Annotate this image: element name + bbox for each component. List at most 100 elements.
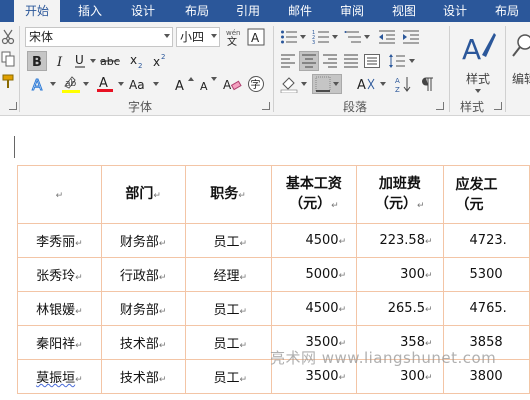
shading-icon[interactable] — [278, 74, 300, 94]
table-cell[interactable]: 4765. — [442, 291, 530, 326]
font-color-icon[interactable]: A — [94, 74, 116, 94]
chevron-down-icon[interactable] — [474, 87, 482, 95]
table-cell[interactable]: 经理↵ — [184, 257, 272, 292]
tab-table-layout[interactable]: 布局 — [484, 0, 530, 22]
copy-icon[interactable] — [0, 50, 16, 68]
table-cell[interactable]: 秦阳祥↵ — [17, 325, 102, 360]
tab-view[interactable]: 视图 — [382, 0, 426, 22]
chevron-down-icon[interactable] — [152, 78, 160, 90]
font-launcher-icon[interactable] — [262, 102, 270, 110]
align-right-icon[interactable] — [320, 51, 340, 71]
tab-mailings[interactable]: 邮件 — [278, 0, 322, 22]
paragraph-launcher-icon[interactable] — [436, 102, 444, 110]
table-cell[interactable]: 员工↵ — [184, 223, 272, 258]
underline-button[interactable]: U — [70, 51, 90, 71]
highlight-color-icon[interactable]: ab — [60, 74, 82, 94]
tab-table-design[interactable]: 设计 — [432, 0, 478, 22]
chevron-down-icon[interactable] — [117, 78, 125, 90]
shrink-font-icon[interactable]: A — [197, 74, 219, 94]
subscript-button[interactable]: x2 — [127, 51, 147, 71]
svg-text:A: A — [175, 79, 184, 93]
table-cell[interactable]: 莫振垣↵ — [17, 359, 102, 394]
numbering-icon[interactable]: 123 — [310, 27, 332, 47]
tab-home[interactable]: 开始 — [14, 0, 60, 22]
table-header-cell[interactable]: 加班费 （元）↵ — [356, 165, 444, 224]
line-spacing-icon[interactable] — [386, 51, 408, 71]
grow-font-icon[interactable]: A — [173, 74, 195, 94]
chevron-down-icon[interactable] — [164, 34, 170, 38]
table-cell[interactable]: 265.5↵ — [356, 291, 444, 326]
phonetic-guide-icon[interactable]: wén 文 — [223, 27, 245, 47]
font-name-input[interactable]: 宋体 — [25, 27, 173, 47]
styles-gallery-icon[interactable]: A — [456, 26, 500, 72]
chevron-down-icon[interactable] — [408, 55, 416, 67]
clear-formatting-icon[interactable]: A — [221, 74, 243, 94]
table-cell[interactable]: 4500↵ — [270, 223, 358, 258]
chevron-down-icon[interactable] — [379, 78, 387, 90]
show-paragraph-marks-icon[interactable] — [416, 74, 438, 94]
table-header-cell[interactable]: 部门↵ — [100, 165, 186, 224]
tab-references[interactable]: 引用 — [226, 0, 270, 22]
table-cell[interactable]: 张秀玲↵ — [17, 257, 102, 292]
decrease-indent-icon[interactable] — [376, 27, 398, 47]
table-cell[interactable]: 财务部↵ — [100, 291, 186, 326]
tab-design[interactable]: 设计 — [120, 0, 166, 22]
table-header-cell[interactable]: 职务↵ — [184, 165, 272, 224]
font-size-input[interactable]: 小四 — [176, 27, 220, 47]
chevron-down-icon[interactable] — [363, 31, 371, 43]
table-cell[interactable]: 员工↵ — [184, 291, 272, 326]
chevron-down-icon[interactable] — [331, 31, 339, 43]
tab-review[interactable]: 审阅 — [330, 0, 374, 22]
table-cell[interactable]: 4500↵ — [270, 291, 358, 326]
align-center-icon[interactable] — [299, 51, 319, 71]
bullets-icon[interactable] — [278, 27, 300, 47]
table-cell[interactable]: 技术部↵ — [100, 325, 186, 360]
distributed-icon[interactable] — [362, 51, 382, 71]
cut-icon[interactable] — [0, 28, 16, 46]
table-cell[interactable]: 财务部↵ — [100, 223, 186, 258]
table-cell[interactable]: 5300 — [442, 257, 530, 292]
table-header-cell[interactable]: 基本工资 （元）↵ — [270, 165, 358, 224]
borders-icon[interactable] — [312, 74, 342, 94]
table-cell[interactable]: 技术部↵ — [100, 359, 186, 394]
chevron-down-icon[interactable] — [49, 78, 57, 90]
table-cell[interactable]: 员工↵ — [184, 359, 272, 394]
chevron-down-icon[interactable] — [82, 78, 90, 90]
tab-layout[interactable]: 布局 — [174, 0, 220, 22]
table-header-cell[interactable]: 应发工 （元 — [442, 165, 530, 224]
chevron-down-icon[interactable] — [299, 31, 307, 43]
clipboard-launcher-icon[interactable] — [9, 102, 17, 110]
italic-button[interactable]: I — [50, 51, 70, 71]
table-header-cell[interactable]: ↵ — [17, 165, 102, 224]
table-cell[interactable]: 林银媛↵ — [17, 291, 102, 326]
sort-icon[interactable]: AZ — [392, 74, 414, 94]
bold-button[interactable]: B — [27, 51, 47, 71]
table-cell[interactable]: 4723. — [442, 223, 530, 258]
table-cell[interactable]: 223.58↵ — [356, 223, 444, 258]
chevron-down-icon[interactable] — [300, 78, 308, 90]
tab-insert[interactable]: 插入 — [68, 0, 112, 22]
justify-icon[interactable] — [341, 51, 361, 71]
multilevel-list-icon[interactable] — [342, 27, 364, 47]
table-cell[interactable]: 300↵ — [356, 257, 444, 292]
table-cell[interactable]: 行政部↵ — [100, 257, 186, 292]
format-painter-icon[interactable] — [0, 72, 16, 90]
strikethrough-button[interactable]: abc — [99, 51, 123, 71]
chevron-down-icon[interactable] — [211, 34, 217, 38]
styles-launcher-icon[interactable] — [494, 102, 502, 110]
table-cell[interactable]: 员工↵ — [184, 325, 272, 360]
enclose-characters-icon[interactable]: 字 — [245, 74, 267, 94]
find-icon[interactable] — [510, 28, 530, 66]
asian-layout-icon[interactable]: A — [352, 74, 380, 94]
editing-label[interactable]: 编辑 — [512, 70, 530, 86]
align-left-icon[interactable] — [278, 51, 298, 71]
text-effects-icon[interactable]: A — [27, 74, 49, 94]
increase-indent-icon[interactable] — [400, 27, 422, 47]
character-border-icon[interactable]: A — [246, 27, 266, 47]
chevron-down-icon[interactable] — [89, 55, 97, 67]
table-cell[interactable]: 李秀丽↵ — [17, 223, 102, 258]
styles-button-label[interactable]: 样式 — [456, 70, 500, 86]
change-case-icon[interactable]: Aa — [127, 74, 153, 94]
table-cell[interactable]: 5000↵ — [270, 257, 358, 292]
superscript-button[interactable]: x2 — [150, 51, 170, 71]
